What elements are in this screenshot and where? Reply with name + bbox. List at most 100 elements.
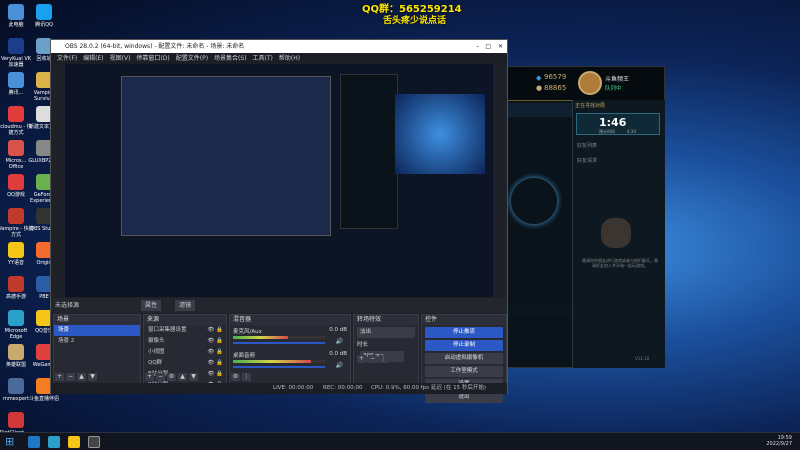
add-icon[interactable]: + (357, 355, 366, 363)
app-icon (8, 140, 24, 156)
speaker-icon[interactable]: 🔊 (336, 338, 343, 345)
more-icon[interactable]: ⋮ (242, 373, 251, 381)
menu-item[interactable]: 工具(T) (253, 55, 273, 62)
timer-sub: 预计时间 (599, 129, 615, 134)
speaker-icon[interactable]: 🔊 (336, 362, 343, 369)
transition-select[interactable]: 淡出 (357, 327, 415, 338)
obs-icon[interactable] (88, 436, 100, 448)
source-item[interactable]: 窗口采集器设置 👁 🔒 (144, 325, 226, 336)
explorer-icon[interactable] (68, 436, 80, 448)
controls-title: 控件 (422, 315, 506, 325)
taskbar-app-icon[interactable] (28, 436, 40, 448)
source-label: QQ群 (148, 360, 163, 366)
maximize-icon[interactable]: □ (485, 40, 491, 53)
friends-empty-text: 邀请你的朋友进行游戏或者与他们聊天。邀请好友加入并开始一起玩游戏。 (582, 258, 658, 268)
source-toolbar: 未选择源 属性 滤镜 (51, 298, 507, 313)
visibility-lock-icon[interactable]: 👁 🔒 (207, 369, 223, 380)
avatar[interactable] (578, 71, 602, 95)
app-icon (8, 208, 24, 224)
transitions-dock: 转场特效 淡出 时长 300 ms +−⋮ (353, 314, 419, 384)
scene-item[interactable]: 场景 2 (54, 336, 140, 347)
player-name: 斗鱼频王 (605, 76, 630, 83)
menu-item[interactable]: 文件(F) (57, 55, 77, 62)
source-item[interactable]: 小视图 👁 🔒 (144, 347, 226, 358)
app-icon (8, 174, 24, 190)
menu-item[interactable]: 编辑(E) (83, 55, 103, 62)
source-label: 窗口采集器设置 (148, 327, 187, 333)
add-icon[interactable]: + (145, 373, 154, 381)
client-version: V12.18 (635, 356, 650, 361)
app-icon (8, 72, 24, 88)
control-button[interactable]: 停止录制 (425, 340, 503, 351)
duration-label: 时长 (357, 342, 369, 348)
meter-fill (233, 360, 312, 363)
add-icon[interactable]: + (55, 373, 64, 381)
source-item[interactable]: 摄像头 👁 🔒 (144, 336, 226, 347)
mixer-dock: 混音器 麦克风/Aux 0.0 dB 🔊 桌面音频 0.0 dB 🔊 ⚙ ⋮ (229, 314, 351, 384)
lol-nav (506, 103, 572, 117)
menu-item[interactable]: 场景集合(S) (214, 55, 247, 62)
down-icon[interactable]: ▼ (88, 373, 97, 381)
remove-icon[interactable]: − (66, 373, 75, 381)
visibility-lock-icon[interactable]: 👁 🔒 (207, 336, 223, 347)
volume-slider[interactable] (233, 342, 325, 344)
minimize-icon[interactable]: – (476, 40, 479, 53)
obs-titlebar: OBS 28.0.2 (64-bit, windows) - 配置文件: 未命名… (51, 40, 507, 53)
nested-preview (121, 76, 331, 236)
properties-button[interactable]: 属性 (141, 300, 162, 311)
live-status: LIVE: 00:00:00 (273, 385, 314, 391)
delay-status: 延迟 (在 15 秒后开始) (431, 385, 487, 391)
remove-icon[interactable]: − (368, 355, 377, 363)
source-label: 摄像头 (148, 338, 165, 344)
up-icon[interactable]: ▲ (178, 373, 187, 381)
menu-item[interactable]: 配置文件(P) (176, 55, 208, 62)
clock[interactable]: 19:59 2022/9/27 (766, 435, 792, 447)
close-icon[interactable]: ✕ (498, 40, 503, 53)
taskbar: ⊞ 19:59 2022/9/27 (0, 432, 800, 450)
lol-dropdown[interactable] (506, 305, 572, 317)
mixer-track: 麦克风/Aux 0.0 dB 🔊 (233, 327, 347, 349)
gear-icon[interactable]: ⚙ (231, 373, 240, 381)
remove-icon[interactable]: − (156, 373, 165, 381)
nested-wallpaper (395, 94, 485, 174)
menu-item[interactable]: 停靠窗口(D) (136, 55, 169, 62)
obs-window: OBS 28.0.2 (64-bit, windows) - 配置文件: 未命名… (50, 39, 508, 403)
obs-menubar: 文件(F) 编辑(E) 视图(V) 停靠窗口(D) 配置文件(P) 场景集合(S) 工具(T… (51, 53, 507, 64)
clock-date: 2022/9/27 (766, 441, 792, 447)
blue-essence-icon: ◆ (536, 74, 542, 82)
riot-points: 88865 (544, 84, 567, 92)
visibility-lock-icon[interactable]: 👁 🔒 (207, 347, 223, 358)
more-icon[interactable]: ⋮ (379, 355, 388, 363)
mixer-title: 混音器 (230, 315, 350, 325)
control-button[interactable]: 停止推流 (425, 327, 503, 338)
up-icon[interactable]: ▲ (77, 373, 86, 381)
edge-icon[interactable] (48, 436, 60, 448)
queue-timer-box: 1:46 预计时间 4:34 (576, 113, 660, 135)
rec-status: REC: 00:00:00 (323, 385, 363, 391)
gear-icon[interactable]: ⚙ (167, 373, 176, 381)
obs-preview[interactable] (65, 64, 493, 297)
start-icon[interactable]: ⊞ (5, 436, 17, 448)
source-item[interactable]: QQ群 👁 🔒 (144, 358, 226, 369)
track-db: 0.0 dB (329, 351, 347, 357)
filters-button[interactable]: 滤镜 (175, 300, 196, 311)
control-button[interactable]: 工作室模式 (425, 366, 503, 377)
menu-item[interactable]: 视图(V) (110, 55, 131, 62)
desktop-icon-label: 腾讯QQ (35, 22, 53, 28)
visibility-lock-icon[interactable]: 👁 🔒 (207, 325, 223, 336)
track-name: 桌面音频 (233, 353, 256, 359)
menu-item[interactable]: 帮助(H) (279, 55, 300, 62)
status-bar: LIVE: 00:00:00 REC: 00:00:00 CPU: 0.9%, … (51, 383, 507, 394)
volume-meter (233, 336, 325, 339)
app-icon (8, 4, 24, 20)
control-button[interactable]: 启动虚拟摄像机 (425, 353, 503, 364)
volume-slider[interactable] (233, 366, 325, 368)
obs-title: OBS 28.0.2 (64-bit, windows) - 配置文件: 未命名… (65, 43, 245, 50)
down-icon[interactable]: ▼ (189, 373, 198, 381)
friends-group: 好友请求 (577, 158, 598, 164)
nested-lol (340, 74, 398, 229)
desktop-icon[interactable]: 腾讯QQ (26, 4, 62, 28)
scene-item[interactable]: 场景 (54, 325, 140, 336)
app-icon (8, 38, 24, 54)
visibility-lock-icon[interactable]: 👁 🔒 (207, 358, 223, 369)
